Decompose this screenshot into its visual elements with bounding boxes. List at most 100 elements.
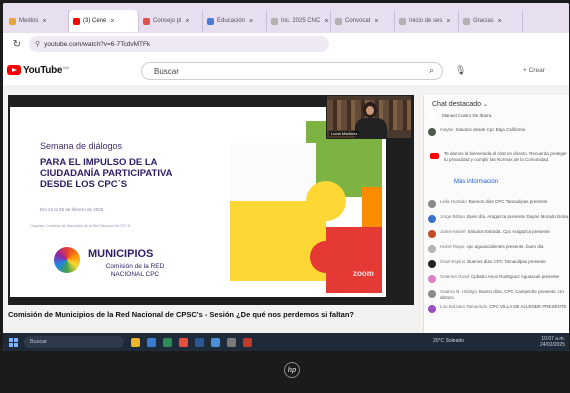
webcam-name-label: Lucía Martínez	[329, 131, 360, 136]
chat-author: Celerina Good	[440, 274, 470, 279]
webcam-thumbnail: Lucía Martínez	[326, 95, 412, 139]
close-icon[interactable]: ×	[249, 18, 253, 25]
avatar	[428, 275, 436, 283]
youtube-logo[interactable]: YouTube MX	[7, 65, 69, 76]
pdf-reader-icon[interactable]	[243, 337, 252, 347]
chat-message: Loo Bolzano Tamarindo CPC VILLA DE ALLEND…	[428, 304, 569, 313]
tab-label: Educación	[217, 18, 246, 24]
browser-tab[interactable]: Convocat ×	[331, 10, 395, 32]
chat-text: Saludos desde Cpc Baja California	[455, 127, 526, 132]
chat-text: Saludos Estrada. Cpc Aragazca presente	[467, 229, 550, 234]
chat-author: Gisel Espino	[440, 259, 466, 264]
youtube-header: YouTube MX Buscar ⌕ 🎙 + Crear	[3, 55, 569, 85]
chat-author: Hazel Rique	[440, 244, 465, 249]
site-info-icon[interactable]: ⚲	[35, 40, 40, 48]
more-info-link[interactable]: Más información	[454, 179, 498, 185]
close-icon[interactable]: ×	[42, 18, 46, 25]
settings-icon[interactable]	[227, 337, 236, 347]
chat-pinned-item: maybe Saludos desde Cpc Baja California	[428, 127, 569, 136]
chat-header[interactable]: Chat destacado ⌄	[432, 101, 488, 108]
slide-brand-sub: Comisión de la RED NACIONAL CPC	[105, 263, 165, 278]
chat-message: Leila Hurtado Buenos días CPC Tamaulipas …	[428, 199, 569, 208]
tab-label: Convocat	[345, 18, 371, 24]
chat-author: Loo Bolzano Tamarindo	[440, 304, 488, 309]
windows-taskbar: Buscar 20°C Soleado 10:07 a.m. 24/02/202…	[3, 333, 569, 351]
avatar	[428, 260, 436, 268]
chrome-icon[interactable]	[179, 337, 188, 347]
youtube-logo-word: YouTube	[23, 64, 63, 76]
chat-author: Xoanxx B. Hidalgo	[440, 289, 478, 294]
edge-icon[interactable]	[147, 337, 156, 347]
tab-label: Gracias	[473, 18, 494, 24]
close-icon[interactable]: ×	[374, 18, 378, 25]
close-icon[interactable]: ×	[498, 18, 502, 25]
puzzle-knob-yellow	[306, 181, 346, 221]
tab-favicon-icon	[271, 17, 278, 25]
browser-tab[interactable]: (3) Cene ×	[69, 10, 139, 32]
taskbar-search[interactable]: Buscar	[24, 336, 124, 348]
avatar	[428, 305, 436, 313]
microphone-icon[interactable]: 🎙	[455, 65, 466, 76]
chat-message: Jaime Mariel Saludos Estrada. Cpc Aragazc…	[428, 229, 569, 238]
browser-tab[interactable]: Inicio de ses ×	[395, 10, 459, 32]
puzzle-knob-red	[310, 241, 342, 273]
chat-message: Xoanxx B. Hidalgo Bueno días, CPC Campech…	[428, 289, 569, 301]
tab-favicon-icon	[9, 17, 16, 25]
windows-start-icon[interactable]	[9, 337, 18, 347]
chat-author: Jaime Mariel	[440, 229, 466, 234]
browser-tab[interactable]: Gracias ×	[459, 10, 523, 32]
slide-brand: MUNICIPIOS	[88, 248, 154, 260]
avatar	[428, 200, 436, 208]
browser-tab[interactable]: Inc. 2025 CNC ×	[267, 10, 331, 32]
laptop-photo-frame: Medios × (3) Cene × Consejo pl × Educación × Inc…	[0, 0, 570, 393]
puzzle-piece-white	[230, 143, 316, 207]
video-title: Comisión de Municipios de la Red Naciona…	[8, 310, 355, 319]
tab-label: Inc. 2025 CNC	[281, 18, 321, 24]
browser-tab[interactable]: Medios ×	[5, 10, 69, 32]
close-icon[interactable]: ×	[324, 18, 328, 25]
chat-text: Cpbaho Anox Rodriguez Aguascali presente	[471, 274, 560, 279]
youtube-play-icon	[7, 65, 21, 75]
chat-message: Celerina Good Cpbaho Anox Rodriguez Aguas…	[428, 274, 569, 283]
browser-tab[interactable]: Consejo pl ×	[139, 10, 203, 32]
search-input[interactable]: Buscar ⌕	[141, 62, 443, 80]
taskbar-search-label: Buscar	[30, 339, 48, 345]
tab-favicon-icon	[335, 17, 342, 25]
chat-text: Buen día. Aragazca presente Dayan Morado…	[467, 214, 569, 219]
chat-header-label: Chat destacado	[432, 101, 482, 108]
word-icon[interactable]	[195, 337, 204, 347]
file-explorer-icon[interactable]	[131, 337, 140, 347]
taskbar-date: 24/02/2025	[539, 342, 565, 348]
tab-label: Consejo pl	[153, 18, 182, 24]
avatar	[428, 128, 436, 136]
close-icon[interactable]: ×	[185, 18, 189, 25]
taskbar-weather[interactable]: 20°C Soleado	[433, 338, 464, 344]
url-text: youtube.com/watch?v=6-7TcdvMTFk	[44, 40, 151, 48]
chat-author: maybe	[440, 127, 454, 132]
search-icon[interactable]: ⌕	[429, 65, 434, 76]
taskbar-clock[interactable]: 10:07 a.m. 24/02/2025	[540, 336, 565, 348]
webcam-person-body	[355, 118, 387, 138]
zoom-app-icon[interactable]	[211, 337, 220, 347]
store-icon[interactable]	[163, 337, 172, 347]
url-bar[interactable]: ⚲ youtube.com/watch?v=6-7TcdvMTFk	[29, 36, 329, 52]
browser-address-row: ↻ ⚲ youtube.com/watch?v=6-7TcdvMTFk	[3, 33, 569, 55]
tab-favicon-icon	[399, 17, 406, 25]
browser-tab[interactable]: Educación ×	[203, 10, 267, 32]
video-player[interactable]: Semana de diálogos PARA EL IMPULSO DE LA…	[8, 95, 414, 305]
avatar	[428, 290, 436, 298]
close-icon[interactable]: ×	[110, 18, 114, 25]
chat-message: Jorge Bilbao Buen día. Aragazca presente …	[428, 214, 569, 223]
chat-message: Hazel Rique cpc aguascalientes presente, …	[428, 244, 569, 253]
browser-tab-strip: Medios × (3) Cene × Consejo pl × Educación × Inc…	[3, 3, 569, 33]
reload-icon[interactable]: ↻	[9, 39, 25, 50]
chat-message: Gisel Espino Buenos días CPC Tamaulipas p…	[428, 259, 569, 268]
slide-line-1: Semana de diálogos	[40, 141, 123, 151]
chat-welcome-text: Te damos la bienvenida al chat en direct…	[444, 151, 567, 162]
tab-favicon-icon	[73, 17, 80, 25]
chat-author: Jorge Bilbao	[440, 214, 466, 219]
close-icon[interactable]: ×	[446, 18, 450, 25]
tab-label: (3) Cene	[83, 18, 107, 24]
hp-logo-icon: hp	[284, 362, 300, 378]
create-button[interactable]: + Crear	[523, 67, 545, 74]
